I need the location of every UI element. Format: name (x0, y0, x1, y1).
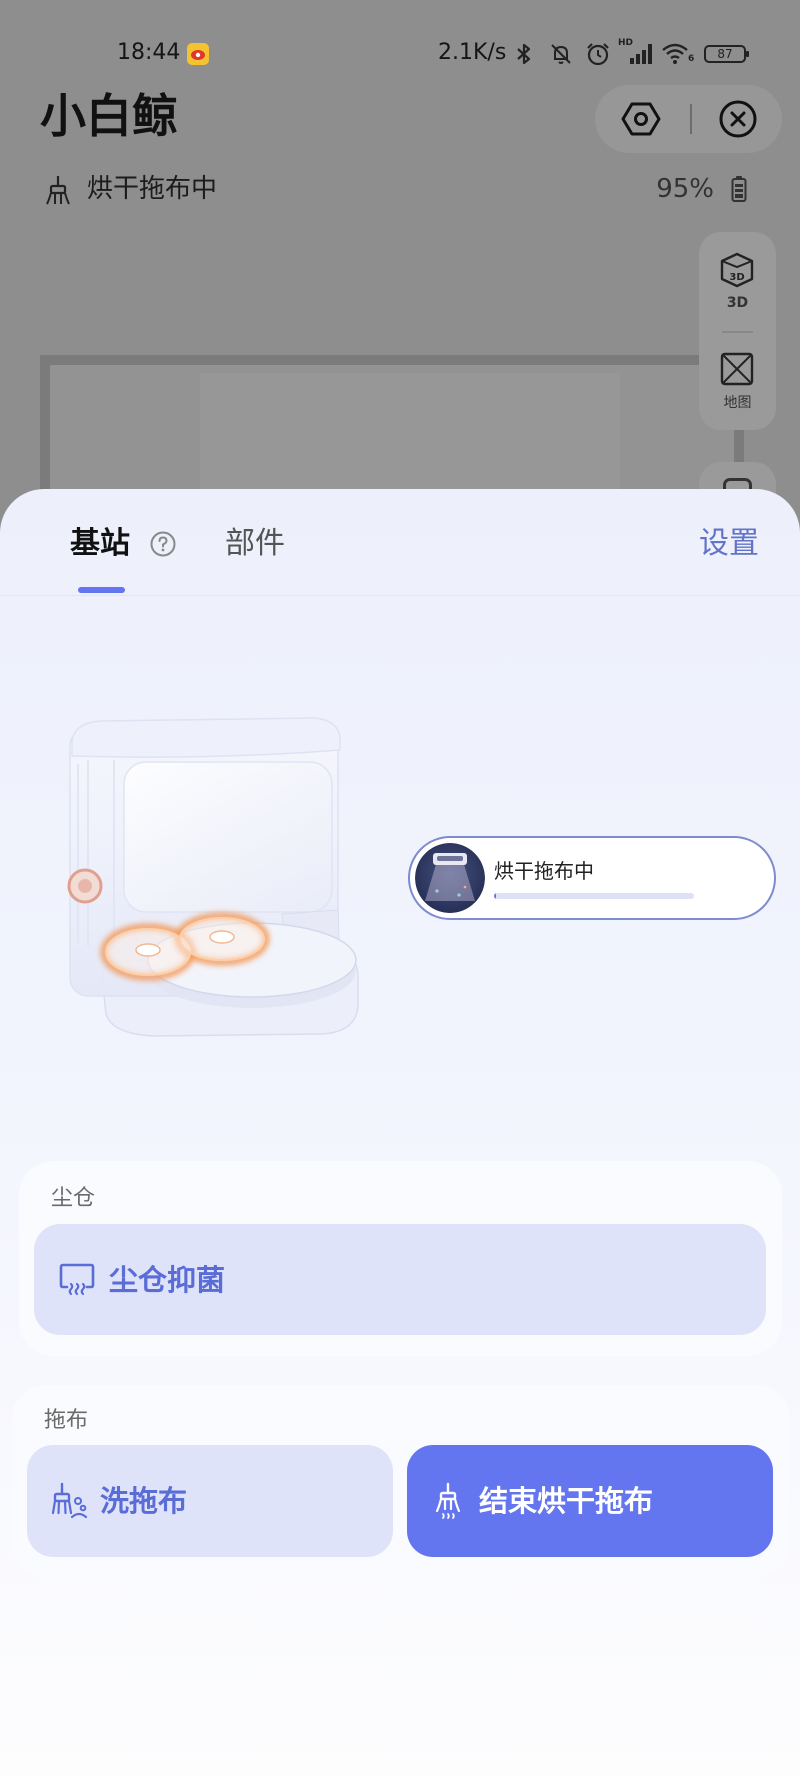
mop-drying-icon (435, 1482, 461, 1519)
settings-link[interactable]: 设置 (699, 523, 759, 565)
station-status-label: 烘干拖布中 (494, 859, 594, 883)
tab-bar-divider (0, 595, 800, 596)
mop-brush-icon (46, 176, 70, 205)
help-circle-icon[interactable] (150, 531, 176, 557)
wash-mop-label: 洗拖布 (100, 1484, 188, 1518)
station-front-window (123, 761, 333, 913)
map-icon[interactable] (718, 350, 756, 388)
stop-drying-label: 结束烘干拖布 (479, 1484, 654, 1518)
wifi-badge: 6 (688, 54, 695, 64)
map-label[interactable]: 地图 (699, 394, 776, 412)
header-actions-divider (690, 104, 692, 134)
dust-bin-sterilize-label: 尘仓抑菌 (109, 1262, 226, 1297)
drying-progress-bar (494, 893, 694, 899)
cube-3d-icon[interactable]: 3D (718, 251, 756, 289)
close-icon[interactable] (718, 99, 758, 139)
view-3d-label[interactable]: 3D (699, 294, 776, 312)
battery-icon (731, 176, 747, 202)
station-sheet: 基站 部件 设置 烘干拖布中 尘仓 尘仓抑菌 拖布 洗拖布 结束烘干拖布 (0, 489, 800, 1776)
station-lid (71, 717, 341, 758)
dust-bin-card: 尘仓 尘仓抑菌 (19, 1161, 782, 1356)
device-battery-percent: 95% (656, 174, 714, 204)
status-time: 18:44 (117, 40, 181, 65)
dust-bin-sterilize-icon (59, 1263, 95, 1295)
active-tab-indicator (78, 587, 125, 593)
hexagon-settings-icon[interactable] (621, 99, 661, 139)
mop-section-label: 拖布 (44, 1408, 89, 1433)
drying-progress-fill (494, 893, 496, 899)
tab-parts[interactable]: 部件 (225, 523, 285, 565)
header-actions (595, 85, 782, 153)
side-controls-divider (722, 331, 753, 333)
map-view-controls: 3D 3D 地图 (699, 232, 776, 430)
alarm-icon (587, 43, 609, 66)
drying-illustration-icon (415, 843, 485, 913)
wash-mop-button[interactable]: 洗拖布 (27, 1445, 393, 1557)
tab-station[interactable]: 基站 (70, 523, 130, 565)
dust-bin-section-label: 尘仓 (51, 1186, 96, 1211)
device-status-text: 烘干拖布中 (87, 174, 218, 204)
mop-card: 拖布 洗拖布 结束烘干拖布 (12, 1385, 790, 1577)
network-speed: 2.1K/s (438, 40, 507, 65)
station-status-pill: 烘干拖布中 (408, 836, 776, 920)
device-title: 小白鲸 (40, 89, 178, 143)
weibo-icon (187, 43, 209, 65)
status-bar: 18:44 2.1K/s HD 6 87 (0, 0, 800, 76)
battery-level: 87 (717, 47, 733, 61)
bluetooth-icon (517, 43, 531, 65)
signal-icon: HD (618, 38, 654, 66)
docking-station-illustration (67, 717, 359, 1037)
stop-drying-button[interactable]: 结束烘干拖布 (407, 1445, 773, 1557)
dust-bin-sterilize-button[interactable]: 尘仓抑菌 (34, 1224, 766, 1335)
bell-off-icon (551, 44, 571, 64)
wash-mop-icon (51, 1482, 88, 1519)
battery-icon: 87 (704, 44, 752, 64)
cube-3d-icon-text: 3D (729, 272, 744, 283)
wifi-icon: 6 (660, 40, 696, 66)
